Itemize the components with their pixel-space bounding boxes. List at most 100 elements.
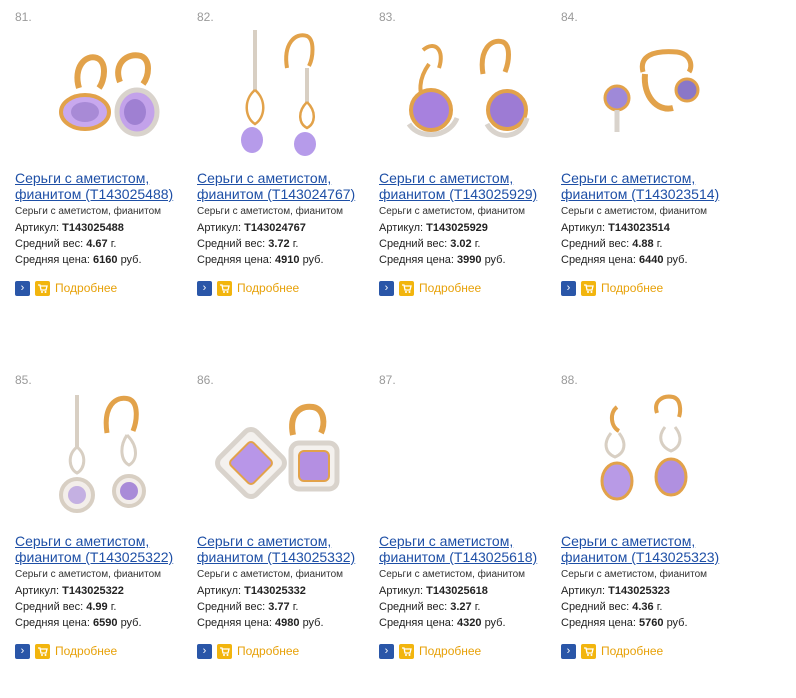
- product-title-line1[interactable]: Серьги с аметистом,: [197, 170, 373, 186]
- price-label: Средняя цена:: [197, 254, 272, 266]
- details-link[interactable]: Подробнее: [419, 281, 481, 295]
- price-value: 3990: [457, 254, 482, 266]
- product-title-line1[interactable]: Серьги с аметистом,: [379, 533, 555, 549]
- article-value: Т143025332: [244, 585, 306, 597]
- product-title-line1[interactable]: Серьги с аметистом,: [561, 170, 737, 186]
- price-value: 4980: [275, 617, 300, 629]
- item-number: 82.: [197, 10, 214, 24]
- product-title-link[interactable]: Серьги с аметистом, фианитом (Т143025323…: [561, 533, 737, 565]
- arrow-right-icon[interactable]: ›: [379, 280, 394, 296]
- arrow-right-icon[interactable]: ›: [561, 643, 576, 659]
- product-title-line2[interactable]: фианитом (Т143025488): [15, 186, 191, 202]
- arrow-right-icon[interactable]: ›: [379, 643, 394, 659]
- product-title-line1[interactable]: Серьги с аметистом,: [15, 533, 191, 549]
- price-unit: руб.: [666, 617, 688, 629]
- details-link[interactable]: Подробнее: [601, 644, 663, 658]
- price-label: Средняя цена:: [197, 617, 272, 629]
- price-unit: руб.: [484, 617, 506, 629]
- details-link[interactable]: Подробнее: [55, 644, 117, 658]
- cart-icon[interactable]: [399, 280, 414, 296]
- product-title-link[interactable]: Серьги с аметистом, фианитом (Т143025929…: [379, 170, 555, 202]
- product-actions: › Подробнее: [379, 280, 481, 296]
- product-title-line2[interactable]: фианитом (Т143024767): [197, 186, 373, 202]
- arrow-right-icon[interactable]: ›: [197, 643, 212, 659]
- price-label: Средняя цена:: [379, 254, 454, 266]
- weight-value: 4.88: [632, 238, 654, 250]
- article-label: Артикул:: [561, 585, 606, 597]
- product-image[interactable]: [379, 28, 555, 170]
- weight-row: Средний вес: 3.77 г.: [197, 601, 298, 613]
- product-title-link[interactable]: Серьги с аметистом, фианитом (Т143024767…: [197, 170, 373, 202]
- product-title-line1[interactable]: Серьги с аметистом,: [15, 170, 191, 186]
- weight-unit: г.: [292, 601, 299, 613]
- weight-label: Средний вес:: [379, 601, 448, 613]
- price-label: Средняя цена:: [15, 254, 90, 266]
- product-image[interactable]: [197, 28, 373, 170]
- cart-icon[interactable]: [399, 643, 414, 659]
- product-title-link[interactable]: Серьги с аметистом, фианитом (Т143025332…: [197, 533, 373, 565]
- product-title-line2[interactable]: фианитом (Т143025618): [379, 549, 555, 565]
- arrow-right-icon[interactable]: ›: [561, 280, 576, 296]
- article-value: Т143025323: [608, 585, 670, 597]
- product-title-line1[interactable]: Серьги с аметистом,: [379, 170, 555, 186]
- weight-row: Средний вес: 4.67 г.: [15, 238, 116, 250]
- price-value: 6440: [639, 254, 664, 266]
- product-image[interactable]: [379, 391, 555, 533]
- arrow-right-icon[interactable]: ›: [197, 280, 212, 296]
- price-row: Средняя цена: 3990 руб.: [379, 254, 506, 266]
- article-label: Артикул:: [15, 222, 60, 234]
- details-link[interactable]: Подробнее: [601, 281, 663, 295]
- weight-value: 4.67: [86, 238, 108, 250]
- details-link[interactable]: Подробнее: [237, 281, 299, 295]
- price-row: Средняя цена: 6160 руб.: [15, 254, 142, 266]
- article-row: Артикул: Т143025323: [561, 585, 670, 597]
- price-value: 6590: [93, 617, 118, 629]
- item-number: 85.: [15, 373, 32, 387]
- product-image[interactable]: [561, 28, 737, 170]
- weight-label: Средний вес:: [561, 238, 630, 250]
- product-title-line2[interactable]: фианитом (Т143023514): [561, 186, 737, 202]
- product-image[interactable]: [15, 28, 191, 170]
- product-actions: › Подробнее: [561, 643, 663, 659]
- product-title-line2[interactable]: фианитом (Т143025332): [197, 549, 373, 565]
- product-image[interactable]: [561, 391, 737, 533]
- item-number: 86.: [197, 373, 214, 387]
- price-row: Средняя цена: 4910 руб.: [197, 254, 324, 266]
- weight-label: Средний вес:: [379, 238, 448, 250]
- cart-icon[interactable]: [581, 643, 596, 659]
- details-link[interactable]: Подробнее: [237, 644, 299, 658]
- product-title-link[interactable]: Серьги с аметистом, фианитом (Т143025618…: [379, 533, 555, 565]
- product-title-line1[interactable]: Серьги с аметистом,: [561, 533, 737, 549]
- details-link[interactable]: Подробнее: [419, 644, 481, 658]
- cart-icon[interactable]: [217, 280, 232, 296]
- arrow-right-icon[interactable]: ›: [15, 643, 30, 659]
- cart-icon[interactable]: [35, 643, 50, 659]
- weight-unit: г.: [474, 238, 481, 250]
- cart-icon[interactable]: [581, 280, 596, 296]
- product-title-link[interactable]: Серьги с аметистом, фианитом (Т143025488…: [15, 170, 191, 202]
- product-title-line1[interactable]: Серьги с аметистом,: [197, 533, 373, 549]
- article-row: Артикул: Т143025322: [15, 585, 124, 597]
- cart-icon[interactable]: [217, 643, 232, 659]
- product-actions: › Подробнее: [197, 280, 299, 296]
- weight-unit: г.: [110, 238, 117, 250]
- cart-icon[interactable]: [35, 280, 50, 296]
- product-description: Серьги с аметистом, фианитом: [561, 569, 708, 580]
- product-description: Серьги с аметистом, фианитом: [379, 569, 526, 580]
- arrow-right-icon[interactable]: ›: [15, 280, 30, 296]
- weight-value: 3.77: [268, 601, 290, 613]
- weight-label: Средний вес:: [15, 238, 84, 250]
- product-description: Серьги с аметистом, фианитом: [197, 569, 344, 580]
- details-link[interactable]: Подробнее: [55, 281, 117, 295]
- weight-unit: г.: [292, 238, 299, 250]
- product-title-line2[interactable]: фианитом (Т143025322): [15, 549, 191, 565]
- product-title-link[interactable]: Серьги с аметистом, фианитом (Т143023514…: [561, 170, 737, 202]
- product-actions: › Подробнее: [197, 643, 299, 659]
- product-title-link[interactable]: Серьги с аметистом, фианитом (Т143025322…: [15, 533, 191, 565]
- product-image[interactable]: [197, 391, 373, 533]
- product-title-line2[interactable]: фианитом (Т143025323): [561, 549, 737, 565]
- product-image[interactable]: [15, 391, 191, 533]
- weight-unit: г.: [656, 238, 663, 250]
- product-description: Серьги с аметистом, фианитом: [15, 206, 162, 217]
- product-title-line2[interactable]: фианитом (Т143025929): [379, 186, 555, 202]
